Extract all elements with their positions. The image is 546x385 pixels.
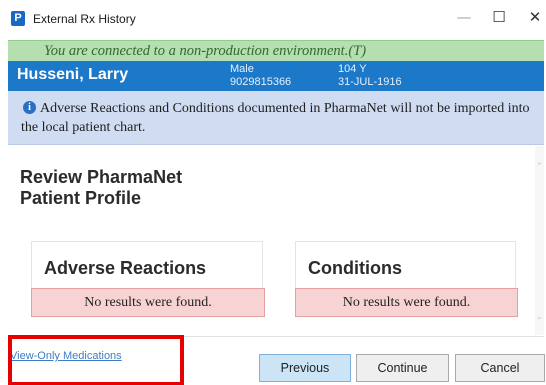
window-title: External Rx History [33,12,136,26]
patient-name: Husseni, Larry [17,66,129,83]
maximize-button[interactable]: ☐ [482,8,516,30]
close-button[interactable]: ✕ [518,8,546,30]
previous-button[interactable]: Previous [259,354,351,382]
continue-button[interactable]: Continue [356,354,449,382]
patient-banner: Husseni, Larry Male 9029815366 104 Y 31-… [8,61,544,91]
external-rx-history-window: P External Rx History — ☐ ✕ You are conn… [0,0,546,385]
patient-age: 104 Y [338,63,367,75]
patient-id: 9029815366 [230,76,292,88]
minimize-button[interactable]: — [447,8,481,30]
pharmanet-app-icon: P [11,11,25,26]
highlight-annotation-box [8,335,184,385]
conditions-empty-message: No results were found. [295,288,518,317]
title-bar: P External Rx History — ☐ ✕ [0,0,546,38]
adverse-reactions-empty-message: No results were found. [31,288,265,317]
page-title: Review PharmaNet Patient Profile [20,167,183,208]
adverse-reactions-title: Adverse Reactions [44,258,207,278]
conditions-title: Conditions [308,258,402,278]
cancel-button[interactable]: Cancel [455,354,545,382]
vertical-scrollbar[interactable]: ⌃ ⌄ [535,146,544,335]
adverse-reactions-panel: Adverse Reactions No results were found. [31,241,265,317]
scroll-up-arrow-icon[interactable]: ⌃ [535,162,544,172]
conditions-panel: Conditions No results were found. [295,241,518,317]
info-notice: i Adverse Reactions and Conditions docum… [8,91,544,145]
environment-message: You are connected to a non-production en… [44,43,367,59]
scroll-down-arrow-icon[interactable]: ⌄ [535,312,544,322]
info-notice-text: Adverse Reactions and Conditions documen… [21,101,530,135]
footer-bar: View-Only Medications Previous Continue … [8,335,545,385]
profile-content: Review PharmaNet Patient Profile Adverse… [8,146,544,335]
patient-gender: Male [230,63,254,75]
patient-dob: 31-JUL-1916 [338,76,402,88]
environment-banner: You are connected to a non-production en… [8,40,544,61]
